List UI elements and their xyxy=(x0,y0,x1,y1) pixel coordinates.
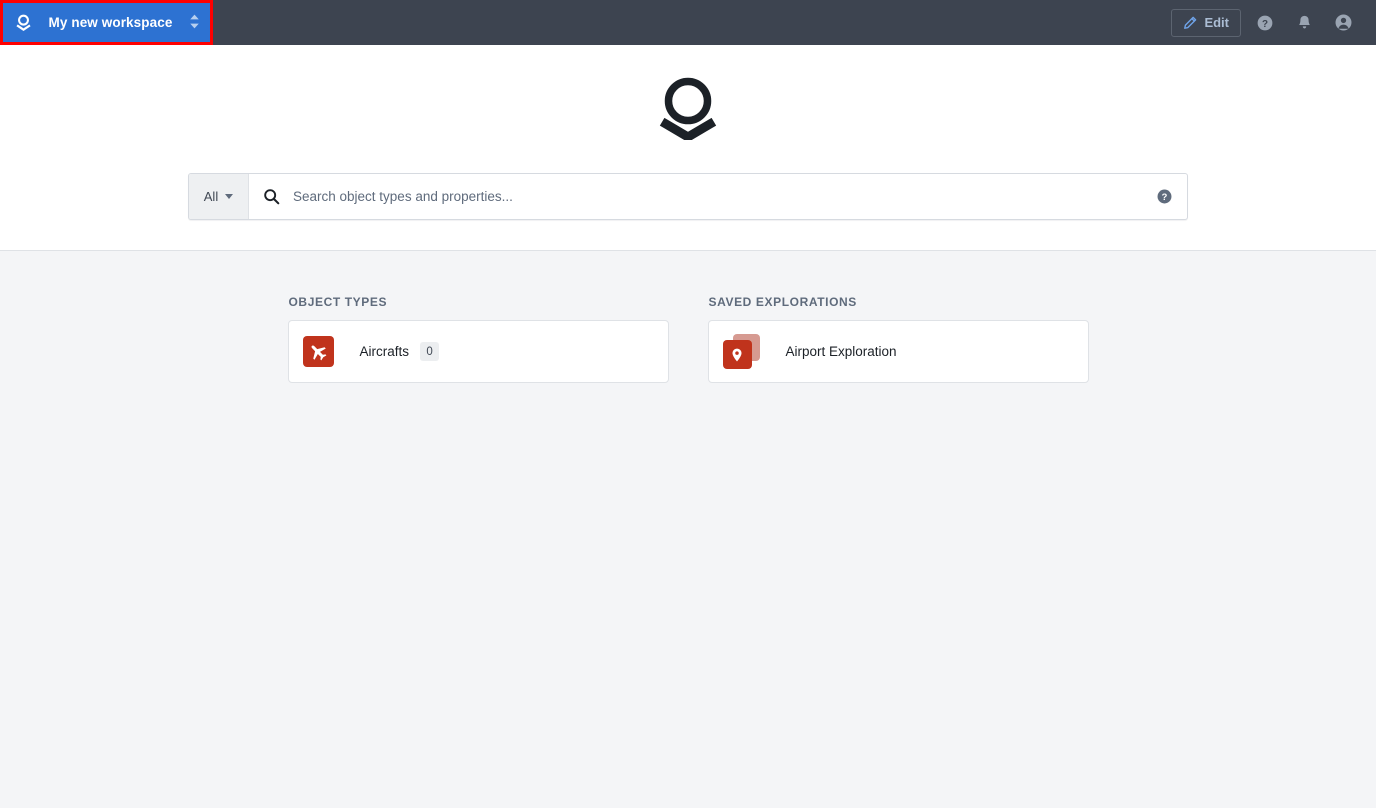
object-type-count-badge: 0 xyxy=(420,342,440,361)
search-icon xyxy=(249,174,293,219)
search-help-button[interactable]: ? xyxy=(1141,174,1187,219)
workspace-name-label: My new workspace xyxy=(48,15,173,30)
double-caret-vertical-icon xyxy=(188,13,201,33)
stacked-card-front xyxy=(722,340,752,369)
top-header-bar: My new workspace Edit ? xyxy=(0,0,1376,45)
saved-explorations-panel: SAVED EXPLORATIONS Airport Exploration xyxy=(707,295,1089,383)
help-circle-icon: ? xyxy=(1256,14,1274,32)
object-types-title: OBJECT TYPES xyxy=(288,295,388,309)
workspace-selector-button[interactable]: My new workspace xyxy=(3,3,210,42)
map-pin-stacked-icon xyxy=(722,334,760,369)
saved-exploration-label: Airport Exploration xyxy=(785,344,897,359)
edit-button-label: Edit xyxy=(1204,15,1229,30)
svg-text:?: ? xyxy=(1262,18,1268,29)
object-type-label: Aircrafts xyxy=(359,344,410,359)
foundry-logo-icon xyxy=(653,45,723,145)
caret-down-icon xyxy=(225,194,234,199)
header-actions: Edit ? xyxy=(1171,8,1376,38)
user-avatar-icon xyxy=(1334,13,1353,32)
search-input[interactable] xyxy=(293,174,1141,219)
help-button[interactable]: ? xyxy=(1250,8,1280,38)
svg-text:?: ? xyxy=(1161,192,1167,202)
foundry-logo-icon xyxy=(14,13,33,32)
object-type-card-aircrafts[interactable]: Aircrafts 0 xyxy=(287,320,669,383)
help-circle-icon: ? xyxy=(1156,188,1173,205)
global-search-bar: All ? xyxy=(188,173,1188,220)
user-avatar-button[interactable] xyxy=(1328,8,1358,38)
airplane-icon xyxy=(302,336,334,367)
search-scope-label: All xyxy=(203,189,219,204)
notifications-button[interactable] xyxy=(1289,8,1319,38)
search-scope-dropdown[interactable]: All xyxy=(189,174,249,219)
saved-explorations-title: SAVED EXPLORATIONS xyxy=(708,295,857,309)
object-types-panel: OBJECT TYPES Aircrafts 0 xyxy=(287,295,669,383)
saved-exploration-card-airport[interactable]: Airport Exploration xyxy=(707,320,1089,383)
edit-button[interactable]: Edit xyxy=(1171,8,1241,37)
pencil-icon xyxy=(1183,16,1197,30)
main-content: OBJECT TYPES Aircrafts 0 SAVED EXPLORATI… xyxy=(0,251,1376,383)
bell-icon xyxy=(1296,14,1313,31)
hero-section: All ? xyxy=(0,45,1376,251)
